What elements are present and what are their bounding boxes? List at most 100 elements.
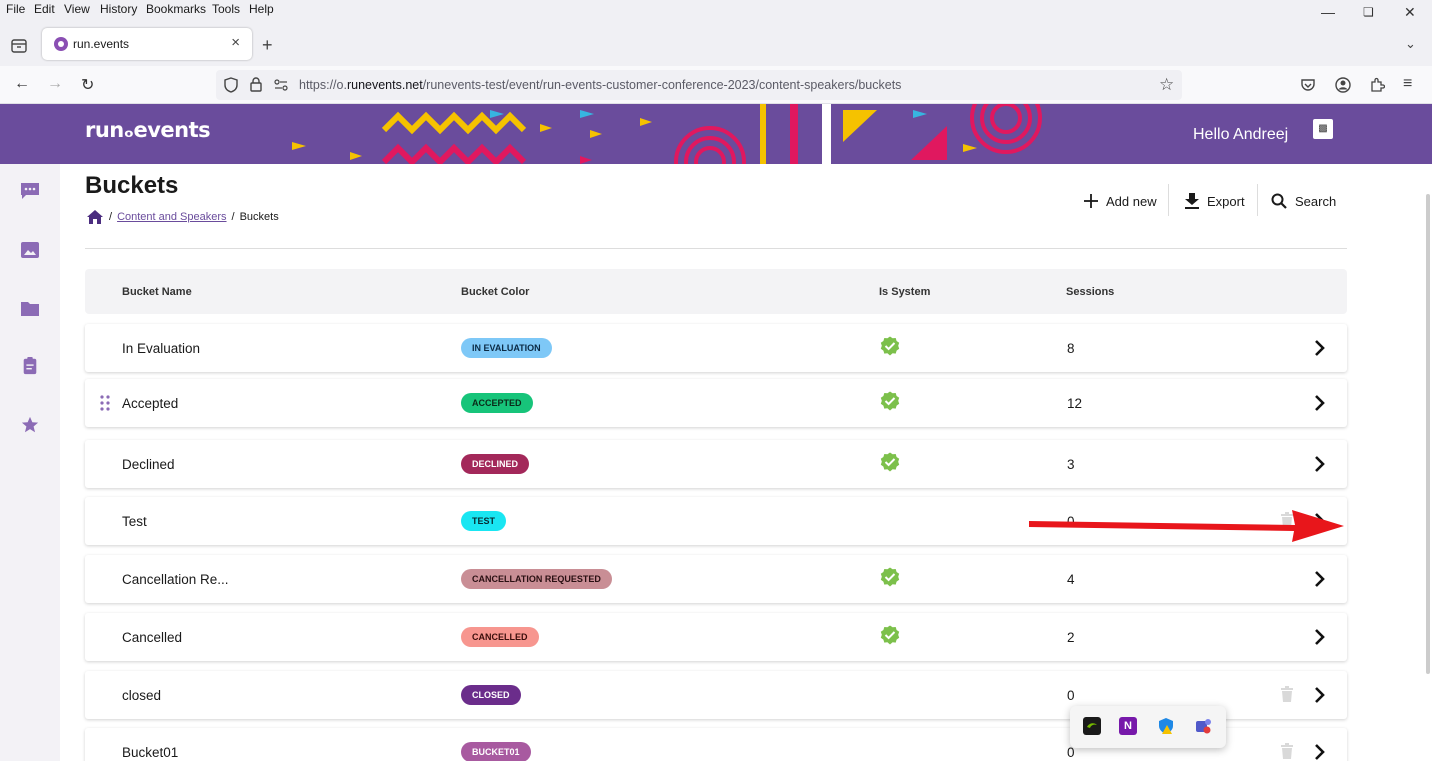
table-row[interactable]: Accepted ACCEPTED 12 xyxy=(85,379,1347,427)
header-gap xyxy=(822,104,831,164)
annotation-arrow xyxy=(1029,510,1344,542)
breadcrumb-separator: / xyxy=(231,211,235,223)
onenote-icon[interactable]: N xyxy=(1119,717,1137,735)
column-header-bucket-color[interactable]: Bucket Color xyxy=(461,286,529,298)
table-row[interactable]: Cancelled CANCELLED 2 xyxy=(85,613,1347,661)
new-tab-icon[interactable]: + xyxy=(262,35,273,56)
back-icon[interactable]: ← xyxy=(14,75,30,93)
breadcrumb-separator: / xyxy=(109,211,113,223)
tab-list-icon[interactable] xyxy=(11,39,27,53)
runevents-logo[interactable]: runₒevents xyxy=(85,118,211,142)
chat-icon[interactable] xyxy=(20,182,40,200)
menu-edit[interactable]: Edit xyxy=(34,2,55,16)
chevron-right-icon[interactable] xyxy=(1313,628,1327,646)
trash-icon[interactable] xyxy=(1281,743,1293,759)
export-button[interactable]: Export xyxy=(1185,190,1245,212)
table-row[interactable]: Declined DECLINED 3 xyxy=(85,440,1347,488)
nvidia-icon[interactable] xyxy=(1083,717,1101,735)
browser-tab[interactable]: run.events × xyxy=(42,28,252,60)
bucket-name: Declined xyxy=(122,457,175,472)
sessions-count: 0 xyxy=(1067,688,1075,703)
reload-icon[interactable]: ↻ xyxy=(81,75,94,95)
page-title: Buckets xyxy=(85,172,179,199)
browser-navbar: ← → ↻ https://o.runevents.net/runevents-… xyxy=(0,66,1432,104)
table-header: Bucket Name Bucket Color Is System Sessi… xyxy=(85,269,1347,314)
shield-icon[interactable] xyxy=(224,77,238,93)
list-all-tabs-icon[interactable]: ⌄ xyxy=(1405,36,1416,52)
chevron-right-icon[interactable] xyxy=(1313,570,1327,588)
table-row[interactable]: Cancellation Re... CANCELLATION REQUESTED… xyxy=(85,555,1347,603)
app-header: runₒevents Hello Andreej ▩ xyxy=(0,104,1432,164)
menu-history[interactable]: History xyxy=(100,2,137,16)
url-bar[interactable]: https://o.runevents.net/runevents-test/e… xyxy=(216,70,1182,100)
home-icon[interactable] xyxy=(86,209,104,225)
page-scrollbar[interactable] xyxy=(1426,194,1430,674)
runevents-favicon-icon xyxy=(54,37,68,51)
table-row[interactable]: In Evaluation IN EVALUATION 8 xyxy=(85,324,1347,372)
teams-icon[interactable] xyxy=(1194,717,1212,735)
pocket-icon[interactable] xyxy=(1300,78,1316,92)
lock-icon[interactable] xyxy=(250,77,262,92)
check-badge-icon xyxy=(880,625,900,645)
column-header-sessions[interactable]: Sessions xyxy=(1066,286,1114,298)
column-header-bucket-name[interactable]: Bucket Name xyxy=(122,286,192,298)
bookmark-star-icon[interactable]: ☆ xyxy=(1159,75,1174,95)
menu-tools[interactable]: Tools xyxy=(212,2,240,16)
url-host: runevents.net xyxy=(346,78,423,92)
forward-icon[interactable]: → xyxy=(47,75,63,93)
check-badge-icon xyxy=(880,391,900,411)
menu-bookmarks[interactable]: Bookmarks xyxy=(146,2,206,16)
extensions-icon[interactable] xyxy=(1369,77,1385,93)
bucket-color-badge: BUCKET01 xyxy=(461,742,531,761)
chevron-right-icon[interactable] xyxy=(1313,339,1327,357)
bucket-name: Test xyxy=(122,514,147,529)
sessions-count: 3 xyxy=(1067,457,1075,472)
bucket-color-badge: CANCELLED xyxy=(461,627,539,647)
system-tray-popup: N xyxy=(1070,706,1226,748)
search-label: Search xyxy=(1295,193,1337,209)
chevron-right-icon[interactable] xyxy=(1313,743,1327,761)
add-new-label: Add new xyxy=(1106,193,1157,209)
sessions-count: 2 xyxy=(1067,630,1075,645)
image-icon[interactable] xyxy=(20,241,40,259)
clipboard-icon[interactable] xyxy=(20,357,40,375)
chevron-right-icon[interactable] xyxy=(1313,686,1327,704)
minimize-icon[interactable]: — xyxy=(1321,4,1335,20)
column-header-is-system[interactable]: Is System xyxy=(879,286,930,298)
chevron-right-icon[interactable] xyxy=(1313,455,1327,473)
defender-icon[interactable] xyxy=(1157,717,1175,735)
toolbar-divider xyxy=(1168,184,1169,216)
url-text[interactable]: https://o.runevents.net/runevents-test/e… xyxy=(299,78,901,92)
avatar[interactable]: ▩ xyxy=(1313,119,1333,139)
menu-view[interactable]: View xyxy=(64,2,90,16)
menu-help[interactable]: Help xyxy=(249,2,274,16)
plus-icon xyxy=(1084,194,1098,208)
close-window-icon[interactable]: ✕ xyxy=(1404,4,1416,21)
header-decoration-right xyxy=(843,104,1042,160)
star-icon[interactable] xyxy=(20,416,40,434)
menu-file[interactable]: File xyxy=(6,2,25,16)
url-path: /runevents-test/event/run-events-custome… xyxy=(422,78,902,92)
check-badge-icon xyxy=(880,452,900,472)
folder-icon[interactable] xyxy=(20,300,40,318)
download-icon xyxy=(1185,193,1199,209)
bucket-color-badge: ACCEPTED xyxy=(461,393,533,413)
chevron-right-icon[interactable] xyxy=(1313,394,1327,412)
close-tab-icon[interactable]: × xyxy=(231,34,240,51)
bucket-color-badge: TEST xyxy=(461,511,507,531)
trash-icon[interactable] xyxy=(1281,686,1293,702)
bucket-name: Cancellation Re... xyxy=(122,572,229,587)
add-new-button[interactable]: Add new xyxy=(1084,190,1157,212)
drag-handle-icon[interactable] xyxy=(100,395,110,411)
restore-icon[interactable]: ❏ xyxy=(1363,5,1374,19)
search-button[interactable]: Search xyxy=(1271,190,1336,212)
user-greeting: Hello Andreej xyxy=(1193,126,1289,143)
permissions-icon[interactable] xyxy=(274,79,288,91)
breadcrumb-content-speakers-link[interactable]: Content and Speakers xyxy=(117,211,226,223)
search-icon xyxy=(1271,193,1287,209)
account-icon[interactable] xyxy=(1335,77,1351,93)
url-prefix: https://o. xyxy=(299,78,347,92)
bucket-name: In Evaluation xyxy=(122,341,201,356)
breadcrumb: / Content and Speakers / Buckets xyxy=(86,209,279,225)
app-menu-icon[interactable]: ≡ xyxy=(1403,75,1412,93)
